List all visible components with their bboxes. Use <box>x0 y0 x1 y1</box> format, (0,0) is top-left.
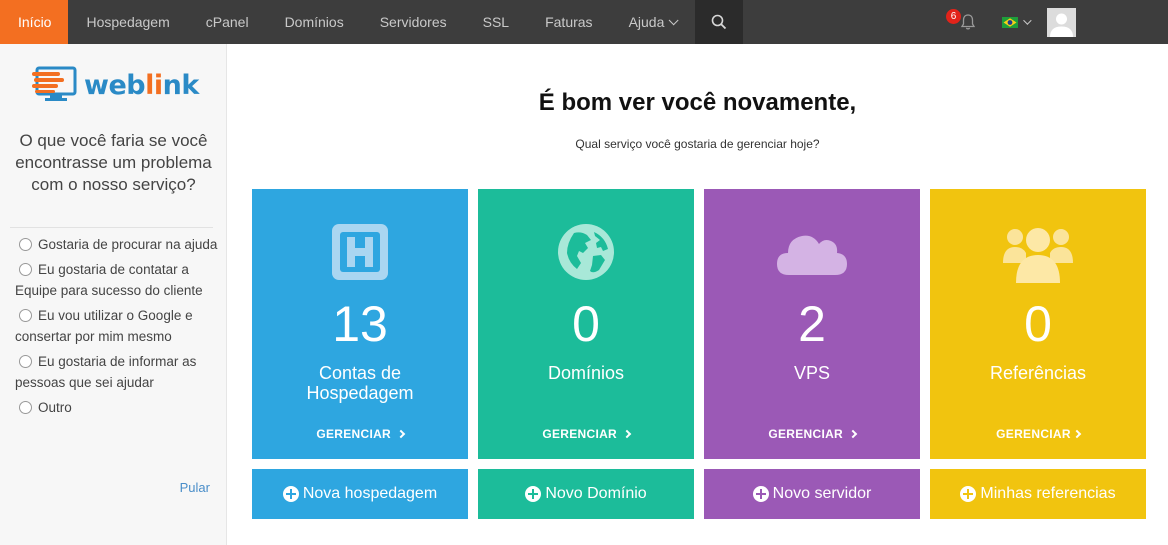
chevron-right-icon <box>396 429 405 439</box>
plus-circle-icon <box>282 486 299 502</box>
survey-option-label: Gostaria de procurar na ajuda <box>38 237 218 252</box>
survey-option[interactable]: Eu gostaria de informar as pessoas que s… <box>15 351 220 393</box>
nav-item-inicio[interactable]: Início <box>0 0 69 44</box>
welcome-subtitle: Qual serviço você gostaria de gerenciar … <box>575 137 820 151</box>
new-domain-button[interactable]: Novo Domínio <box>478 469 694 519</box>
radio-button[interactable] <box>19 401 32 414</box>
vps-label: VPS <box>793 363 831 383</box>
new-hosting-label: Nova hospedagem <box>302 485 438 502</box>
hosting-h-icon <box>332 224 388 280</box>
nav-item-ajuda[interactable]: Ajuda <box>611 0 694 44</box>
logo-text-li: li <box>145 69 163 101</box>
domains-icon-wrap <box>478 223 694 283</box>
users-icon <box>1003 228 1073 283</box>
search-icon <box>712 14 727 30</box>
vps-icon-wrap <box>704 223 920 283</box>
survey-options: Gostaria de procurar na ajuda Eu gostari… <box>15 234 220 422</box>
referrals-count: 0 <box>1024 296 1052 352</box>
sidebar: weblink O que você faria se você encontr… <box>0 44 227 545</box>
chevron-down-icon <box>1023 16 1032 25</box>
nav-item-cpanel[interactable]: cPanel <box>188 0 267 44</box>
radio-button[interactable] <box>19 355 32 368</box>
domains-card[interactable]: 0 Domínios GERENCIAR <box>478 189 694 459</box>
survey-option[interactable]: Eu vou utilizar o Google e consertar por… <box>15 305 220 347</box>
referrals-manage-link[interactable]: GERENCIAR <box>930 427 1146 441</box>
brazil-flag-icon <box>1002 16 1018 28</box>
radio-button[interactable] <box>19 263 32 276</box>
top-nav: Início Hospedagem cPanel Domínios Servid… <box>0 0 1168 44</box>
hosting-manage-link[interactable]: GERENCIAR <box>252 427 468 441</box>
manage-label: GERENCIAR <box>996 427 1071 441</box>
nav-item-servidores[interactable]: Servidores <box>362 0 465 44</box>
cloud-icon <box>777 235 847 275</box>
nav-item-faturas[interactable]: Faturas <box>527 0 610 44</box>
my-referrals-button[interactable]: Minhas referencias <box>930 469 1146 519</box>
referrals-label: Referências <box>989 363 1087 383</box>
notifications-button[interactable]: 6 <box>946 0 982 44</box>
welcome-title: É bom ver você novamente, <box>538 89 857 116</box>
logo-text-web: web <box>84 69 146 101</box>
new-server-button[interactable]: Novo servidor <box>704 469 920 519</box>
domains-count: 0 <box>572 296 600 352</box>
vps-count: 2 <box>798 296 826 352</box>
survey-option[interactable]: Gostaria de procurar na ajuda <box>15 234 220 255</box>
weblink-logo-icon <box>32 66 77 101</box>
user-placeholder-icon <box>1047 7 1076 37</box>
manage-label: GERENCIAR <box>316 427 392 441</box>
nav-item-ssl[interactable]: SSL <box>465 0 527 44</box>
language-selector[interactable] <box>1002 16 1032 28</box>
vps-manage-link[interactable]: GERENCIAR <box>704 427 920 441</box>
new-domain-label: Novo Domínio <box>545 485 647 502</box>
referrals-icon-wrap <box>930 223 1146 283</box>
nav-item-hospedagem[interactable]: Hospedagem <box>68 0 187 44</box>
survey-option-label: Eu vou utilizar o Google e consertar por… <box>15 308 193 344</box>
new-hosting-button[interactable]: Nova hospedagem <box>252 469 468 519</box>
referrals-card[interactable]: 0 Referências GERENCIAR <box>930 189 1146 459</box>
logo-text-nk: nk <box>162 69 200 101</box>
bell-icon <box>960 14 976 30</box>
survey-option-label: Eu gostaria de informar as pessoas que s… <box>15 354 197 390</box>
globe-icon <box>558 224 614 280</box>
domains-label: Domínios <box>547 363 625 383</box>
nav-item-ajuda-label: Ajuda <box>628 14 665 30</box>
survey-option[interactable]: Eu gostaria de contatar a Equipe para su… <box>15 259 220 301</box>
domains-manage-link[interactable]: GERENCIAR <box>478 427 694 441</box>
plus-circle-icon <box>525 486 542 502</box>
chevron-right-icon <box>1072 429 1082 439</box>
chevron-right-icon <box>848 429 857 439</box>
hosting-label: Contas de Hospedagem <box>306 363 414 403</box>
weblink-logo[interactable]: weblink <box>32 66 199 104</box>
survey-option-label: Outro <box>38 400 72 415</box>
chevron-right-icon <box>622 429 631 439</box>
survey-divider <box>10 227 213 228</box>
survey-option-label: Eu gostaria de contatar a Equipe para su… <box>15 262 203 298</box>
hosting-icon-wrap <box>252 223 468 283</box>
hosting-card[interactable]: 13 Contas de Hospedagem GERENCIAR <box>252 189 468 459</box>
radio-button[interactable] <box>19 309 32 322</box>
manage-label: GERENCIAR <box>542 427 618 441</box>
chevron-down-icon <box>669 14 679 25</box>
logo-text: weblink <box>84 70 199 101</box>
plus-circle-icon <box>752 486 769 502</box>
vps-card[interactable]: 2 VPS GERENCIAR <box>704 189 920 459</box>
my-referrals-label: Minhas referencias <box>980 485 1116 502</box>
survey-question: O que você faria se você encontrasse um … <box>15 131 212 194</box>
search-button[interactable] <box>695 0 744 44</box>
notification-badge: 6 <box>946 9 961 24</box>
nav-item-dominios[interactable]: Domínios <box>267 0 362 44</box>
new-server-label: Novo servidor <box>772 485 872 502</box>
user-avatar[interactable] <box>1047 7 1076 37</box>
plus-circle-icon <box>960 486 977 502</box>
radio-button[interactable] <box>19 238 32 251</box>
hosting-count: 13 <box>332 296 388 352</box>
survey-option[interactable]: Outro <box>15 397 220 418</box>
nav-right: 6 <box>946 0 1168 44</box>
manage-label: GERENCIAR <box>768 427 844 441</box>
skip-link[interactable]: Pular <box>180 480 210 495</box>
